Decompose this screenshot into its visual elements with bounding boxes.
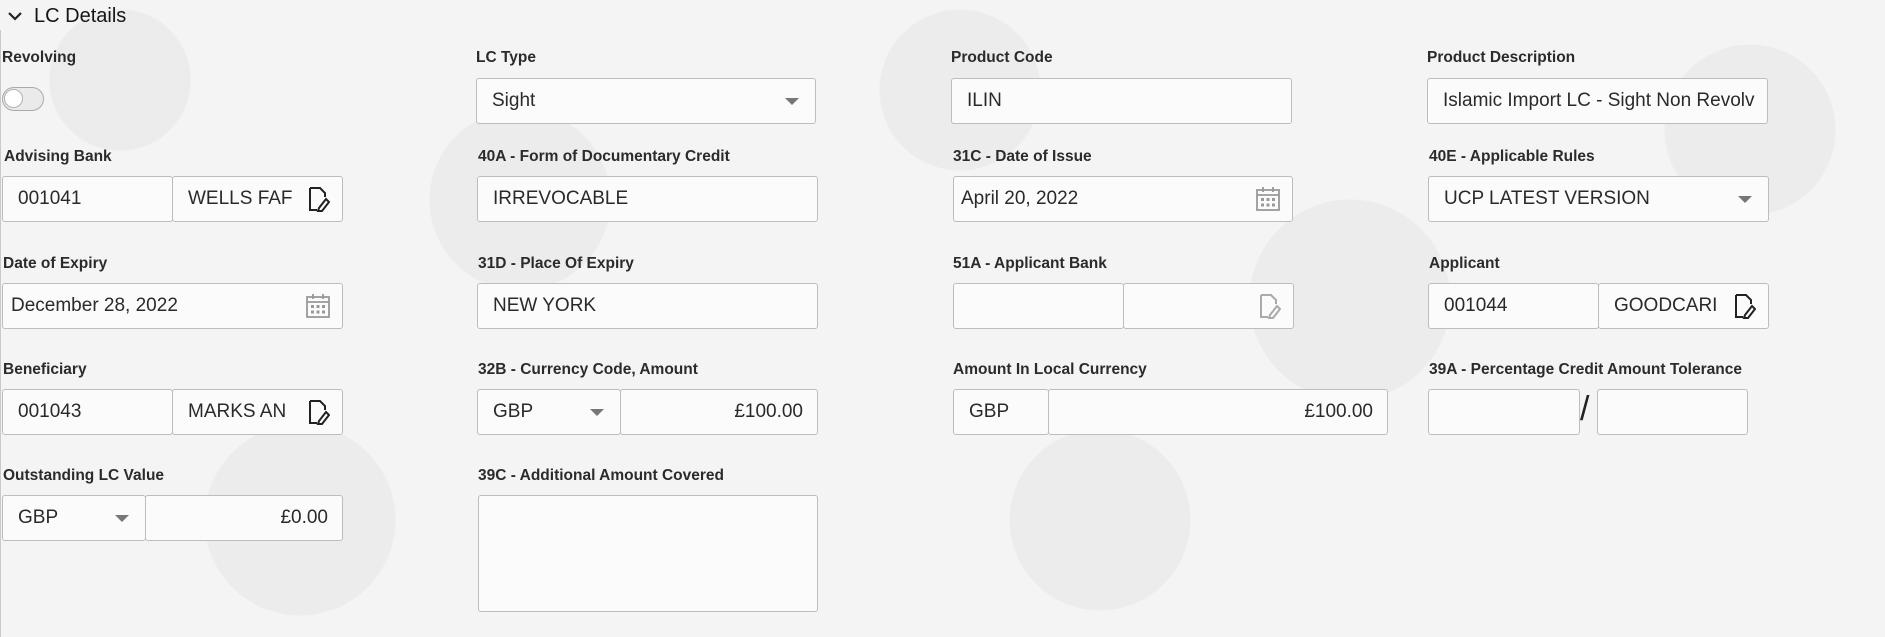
local-currency-code: GBP — [969, 401, 1010, 422]
product-description-label: Product Description — [1427, 49, 1576, 66]
tolerance-plus-input[interactable] — [1428, 389, 1580, 435]
revolving-label: Revolving — [2, 49, 77, 66]
local-currency-amount: £100.00 — [1304, 401, 1373, 422]
product-description-input[interactable]: Islamic Import LC - Sight Non Revolv — [1427, 78, 1768, 124]
advising-bank-code: 001041 — [18, 188, 82, 209]
section-header[interactable]: LC Details — [4, 2, 126, 30]
lookup-icon[interactable] — [1255, 292, 1283, 320]
applicant-bank-code-input[interactable] — [953, 283, 1124, 329]
additional-amount-textarea[interactable] — [478, 495, 818, 612]
applicant-code: 001044 — [1444, 295, 1508, 316]
currency-amount-label: 32B - Currency Code, Amount — [478, 361, 698, 378]
date-of-issue-value: April 20, 2022 — [961, 188, 1079, 209]
form-of-credit-label: 40A - Form of Documentary Credit — [478, 148, 730, 165]
date-of-issue-label: 31C - Date of Issue — [953, 148, 1092, 165]
form-of-credit-value: IRREVOCABLE — [493, 188, 629, 209]
tolerance-minus-input[interactable] — [1597, 389, 1748, 435]
section-title: LC Details — [34, 4, 127, 27]
product-code-input[interactable]: ILIN — [951, 78, 1292, 124]
applicable-rules-value: UCP LATEST VERSION — [1444, 188, 1650, 209]
lc-type-select[interactable]: Sight — [476, 78, 816, 124]
lookup-icon[interactable] — [304, 185, 332, 213]
chevron-down-icon[interactable] — [4, 5, 26, 27]
additional-amount-value — [479, 496, 817, 506]
applicable-rules-select[interactable]: UCP LATEST VERSION — [1428, 176, 1769, 222]
currency-amount-input[interactable]: £100.00 — [620, 389, 818, 435]
date-of-issue-input[interactable]: April 20, 2022 — [953, 176, 1293, 222]
applicant-name: GOODCARI — [1614, 295, 1718, 316]
place-of-expiry-label: 31D - Place Of Expiry — [478, 255, 634, 272]
local-currency-amount-input[interactable]: £100.00 — [1048, 389, 1388, 435]
product-code-value: ILIN — [967, 90, 1002, 111]
beneficiary-name: MARKS AN — [188, 401, 287, 422]
local-currency-label: Amount In Local Currency — [953, 361, 1147, 378]
tolerance-separator: / — [1580, 390, 1590, 428]
currency-amount-value: £100.00 — [734, 401, 803, 422]
applicant-bank-label: 51A - Applicant Bank — [953, 255, 1107, 272]
advising-bank-name-input[interactable]: WELLS FAF — [172, 176, 343, 222]
additional-amount-label: 39C - Additional Amount Covered — [478, 467, 725, 484]
lc-type-label: LC Type — [476, 49, 536, 66]
applicant-bank-name-input[interactable] — [1123, 283, 1294, 329]
lookup-icon[interactable] — [304, 398, 332, 426]
applicant-code-input[interactable]: 001044 — [1428, 283, 1599, 329]
section-divider — [0, 30, 1, 637]
product-description-value: Islamic Import LC - Sight Non Revolv — [1443, 90, 1755, 111]
applicable-rules-label: 40E - Applicable Rules — [1429, 148, 1595, 165]
dropdown-caret-icon — [785, 97, 799, 105]
revolving-toggle[interactable] — [2, 87, 44, 111]
lc-type-value: Sight — [492, 90, 536, 111]
currency-code-select[interactable]: GBP — [477, 389, 621, 435]
applicant-name-input[interactable]: GOODCARI — [1598, 283, 1769, 329]
lookup-icon[interactable] — [1730, 292, 1758, 320]
outstanding-amount-value: £0.00 — [280, 507, 328, 528]
currency-code-value: GBP — [493, 401, 534, 422]
dropdown-caret-icon — [115, 514, 129, 522]
tolerance-label: 39A - Percentage Credit Amount Tolerance — [1429, 361, 1742, 378]
advising-bank-name: WELLS FAF — [188, 188, 293, 209]
place-of-expiry-value: NEW YORK — [493, 295, 597, 316]
applicant-label: Applicant — [1429, 255, 1500, 272]
form-of-credit-input[interactable]: IRREVOCABLE — [477, 176, 818, 222]
date-of-expiry-value: December 28, 2022 — [11, 295, 178, 316]
calendar-icon[interactable] — [1254, 185, 1282, 213]
advising-bank-code-input[interactable]: 001041 — [2, 176, 173, 222]
calendar-icon[interactable] — [304, 292, 332, 320]
dropdown-caret-icon — [590, 408, 604, 416]
outstanding-label: Outstanding LC Value — [3, 467, 165, 484]
dropdown-caret-icon — [1738, 195, 1752, 203]
beneficiary-code: 001043 — [18, 401, 82, 422]
outstanding-currency-select[interactable]: GBP — [2, 495, 146, 541]
date-of-expiry-input[interactable]: December 28, 2022 — [2, 283, 343, 329]
product-code-label: Product Code — [951, 49, 1053, 66]
beneficiary-name-input[interactable]: MARKS AN — [172, 389, 343, 435]
place-of-expiry-input[interactable]: NEW YORK — [477, 283, 818, 329]
outstanding-currency-value: GBP — [18, 507, 59, 528]
toggle-knob — [4, 89, 23, 108]
date-of-expiry-label: Date of Expiry — [3, 255, 108, 272]
advising-bank-label: Advising Bank — [4, 148, 112, 165]
beneficiary-label: Beneficiary — [3, 361, 87, 378]
local-currency-code-input[interactable]: GBP — [953, 389, 1049, 435]
beneficiary-code-input[interactable]: 001043 — [2, 389, 173, 435]
outstanding-amount-input[interactable]: £0.00 — [145, 495, 343, 541]
